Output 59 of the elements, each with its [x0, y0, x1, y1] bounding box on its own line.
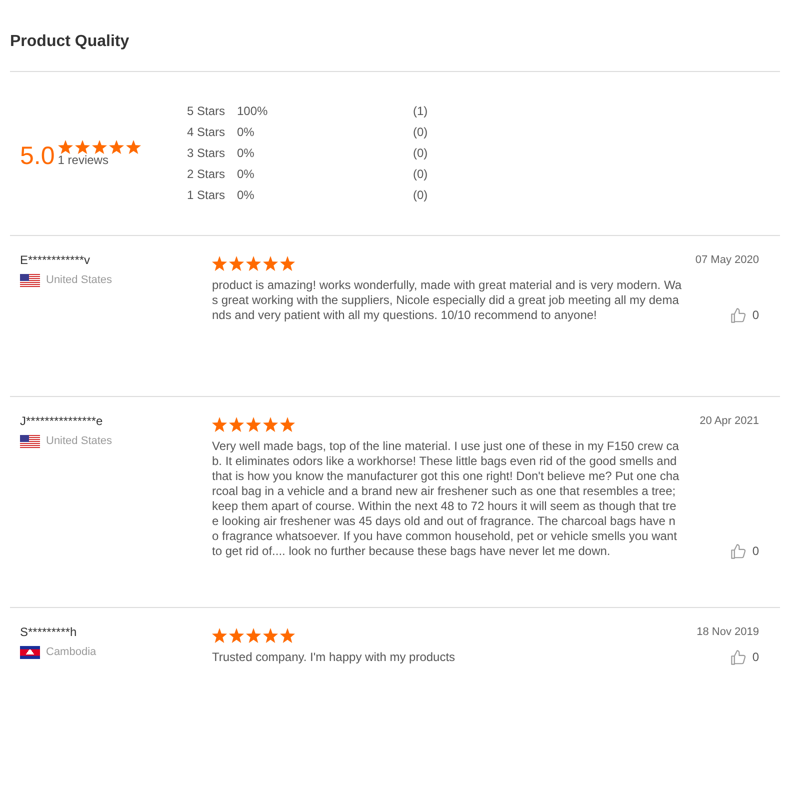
star-icon — [74, 140, 90, 154]
review-text: product is amazing! works wonderfully, made with great material and is very modern. Was great working with the suppliers, Nicole especially did a great job meeting all my demands and very patient with all my questions. 10/10 recommend to anyone! — [212, 278, 682, 323]
star-icon — [263, 256, 278, 271]
rating-percent: 0% — [237, 124, 256, 141]
rating-percent: 0% — [237, 145, 256, 162]
flag-icon — [20, 274, 40, 287]
star-icon — [246, 417, 261, 432]
review-count: 1 reviews — [58, 154, 110, 167]
rating-percent: 100% — [237, 103, 269, 120]
rating-label: 2 Stars — [187, 166, 226, 183]
rating-label: 1 Stars — [187, 187, 226, 204]
section-title: Product Quality — [10, 32, 130, 52]
star-icon — [280, 256, 295, 271]
rating-count: (0) — [413, 124, 428, 141]
reviewer-name: E************v — [20, 253, 90, 267]
star-icon — [108, 140, 124, 154]
star-icon — [246, 628, 261, 643]
review-text: Trusted company. I'm happy with my products — [212, 650, 456, 665]
star-icon — [212, 417, 227, 432]
rating-label: 3 Stars — [187, 145, 226, 162]
star-icon — [263, 417, 278, 432]
star-icon — [92, 140, 107, 154]
thumbs-up-icon — [731, 308, 746, 323]
star-icon — [212, 628, 227, 643]
star-icon — [280, 628, 295, 643]
like-button[interactable]: 0 — [731, 308, 759, 323]
flag-icon — [20, 435, 40, 448]
star-icon — [229, 417, 244, 432]
rating-label: 4 Stars — [187, 124, 226, 141]
rating-count: (0) — [413, 166, 428, 183]
thumbs-up-icon — [731, 544, 746, 559]
review-date: 07 May 2020 — [695, 253, 759, 267]
review-date: 18 Nov 2019 — [696, 625, 759, 639]
star-icon — [229, 256, 244, 271]
average-score: 5.0 — [20, 140, 55, 170]
rating-percent: 0% — [237, 166, 256, 183]
star-icon — [212, 256, 227, 271]
country-label: United States — [46, 435, 112, 448]
star-icon — [58, 140, 73, 154]
thumbs-up-icon — [731, 650, 746, 665]
rating-percent: 0% — [237, 187, 256, 204]
star-icon — [263, 628, 278, 643]
review-text: Very well made bags, top of the line material. I use just one of these in my F150 crew cab. It eliminates odors like a workhorse! These little bags even rid of the good smells and that is how you know the manufacturer got this one right! Don't believe me? Put one charcoal bag in a vehicle and a brand new air freshener such as one that resembles a tree; keep them apart of course. Within the next 48 to 72 hours it will seem as though that tree looking air freshener was 45 days old and out of fragrance. The charcoal bags have no fragrance whatsoever. If you have common household, pet or vehicle smells you want to get rid of.... look no further because these bags have never let me down. — [212, 439, 680, 559]
country-label: Cambodia — [46, 646, 96, 659]
review-date: 20 Apr 2021 — [700, 414, 759, 428]
flag-icon — [20, 646, 40, 659]
rating-count: (1) — [413, 103, 428, 120]
reviewer-name: S*********h — [20, 625, 77, 639]
star-icon — [246, 256, 261, 271]
rating-label: 5 Stars — [187, 103, 226, 120]
star-icon — [126, 140, 141, 154]
like-button[interactable]: 0 — [731, 544, 759, 559]
country-label: United States — [46, 274, 112, 287]
star-icon — [229, 628, 244, 643]
rating-count: (0) — [413, 187, 428, 204]
rating-count: (0) — [413, 145, 428, 162]
like-button[interactable]: 0 — [731, 650, 759, 665]
star-icon — [280, 417, 295, 432]
reviewer-name: J***************e — [20, 414, 103, 428]
